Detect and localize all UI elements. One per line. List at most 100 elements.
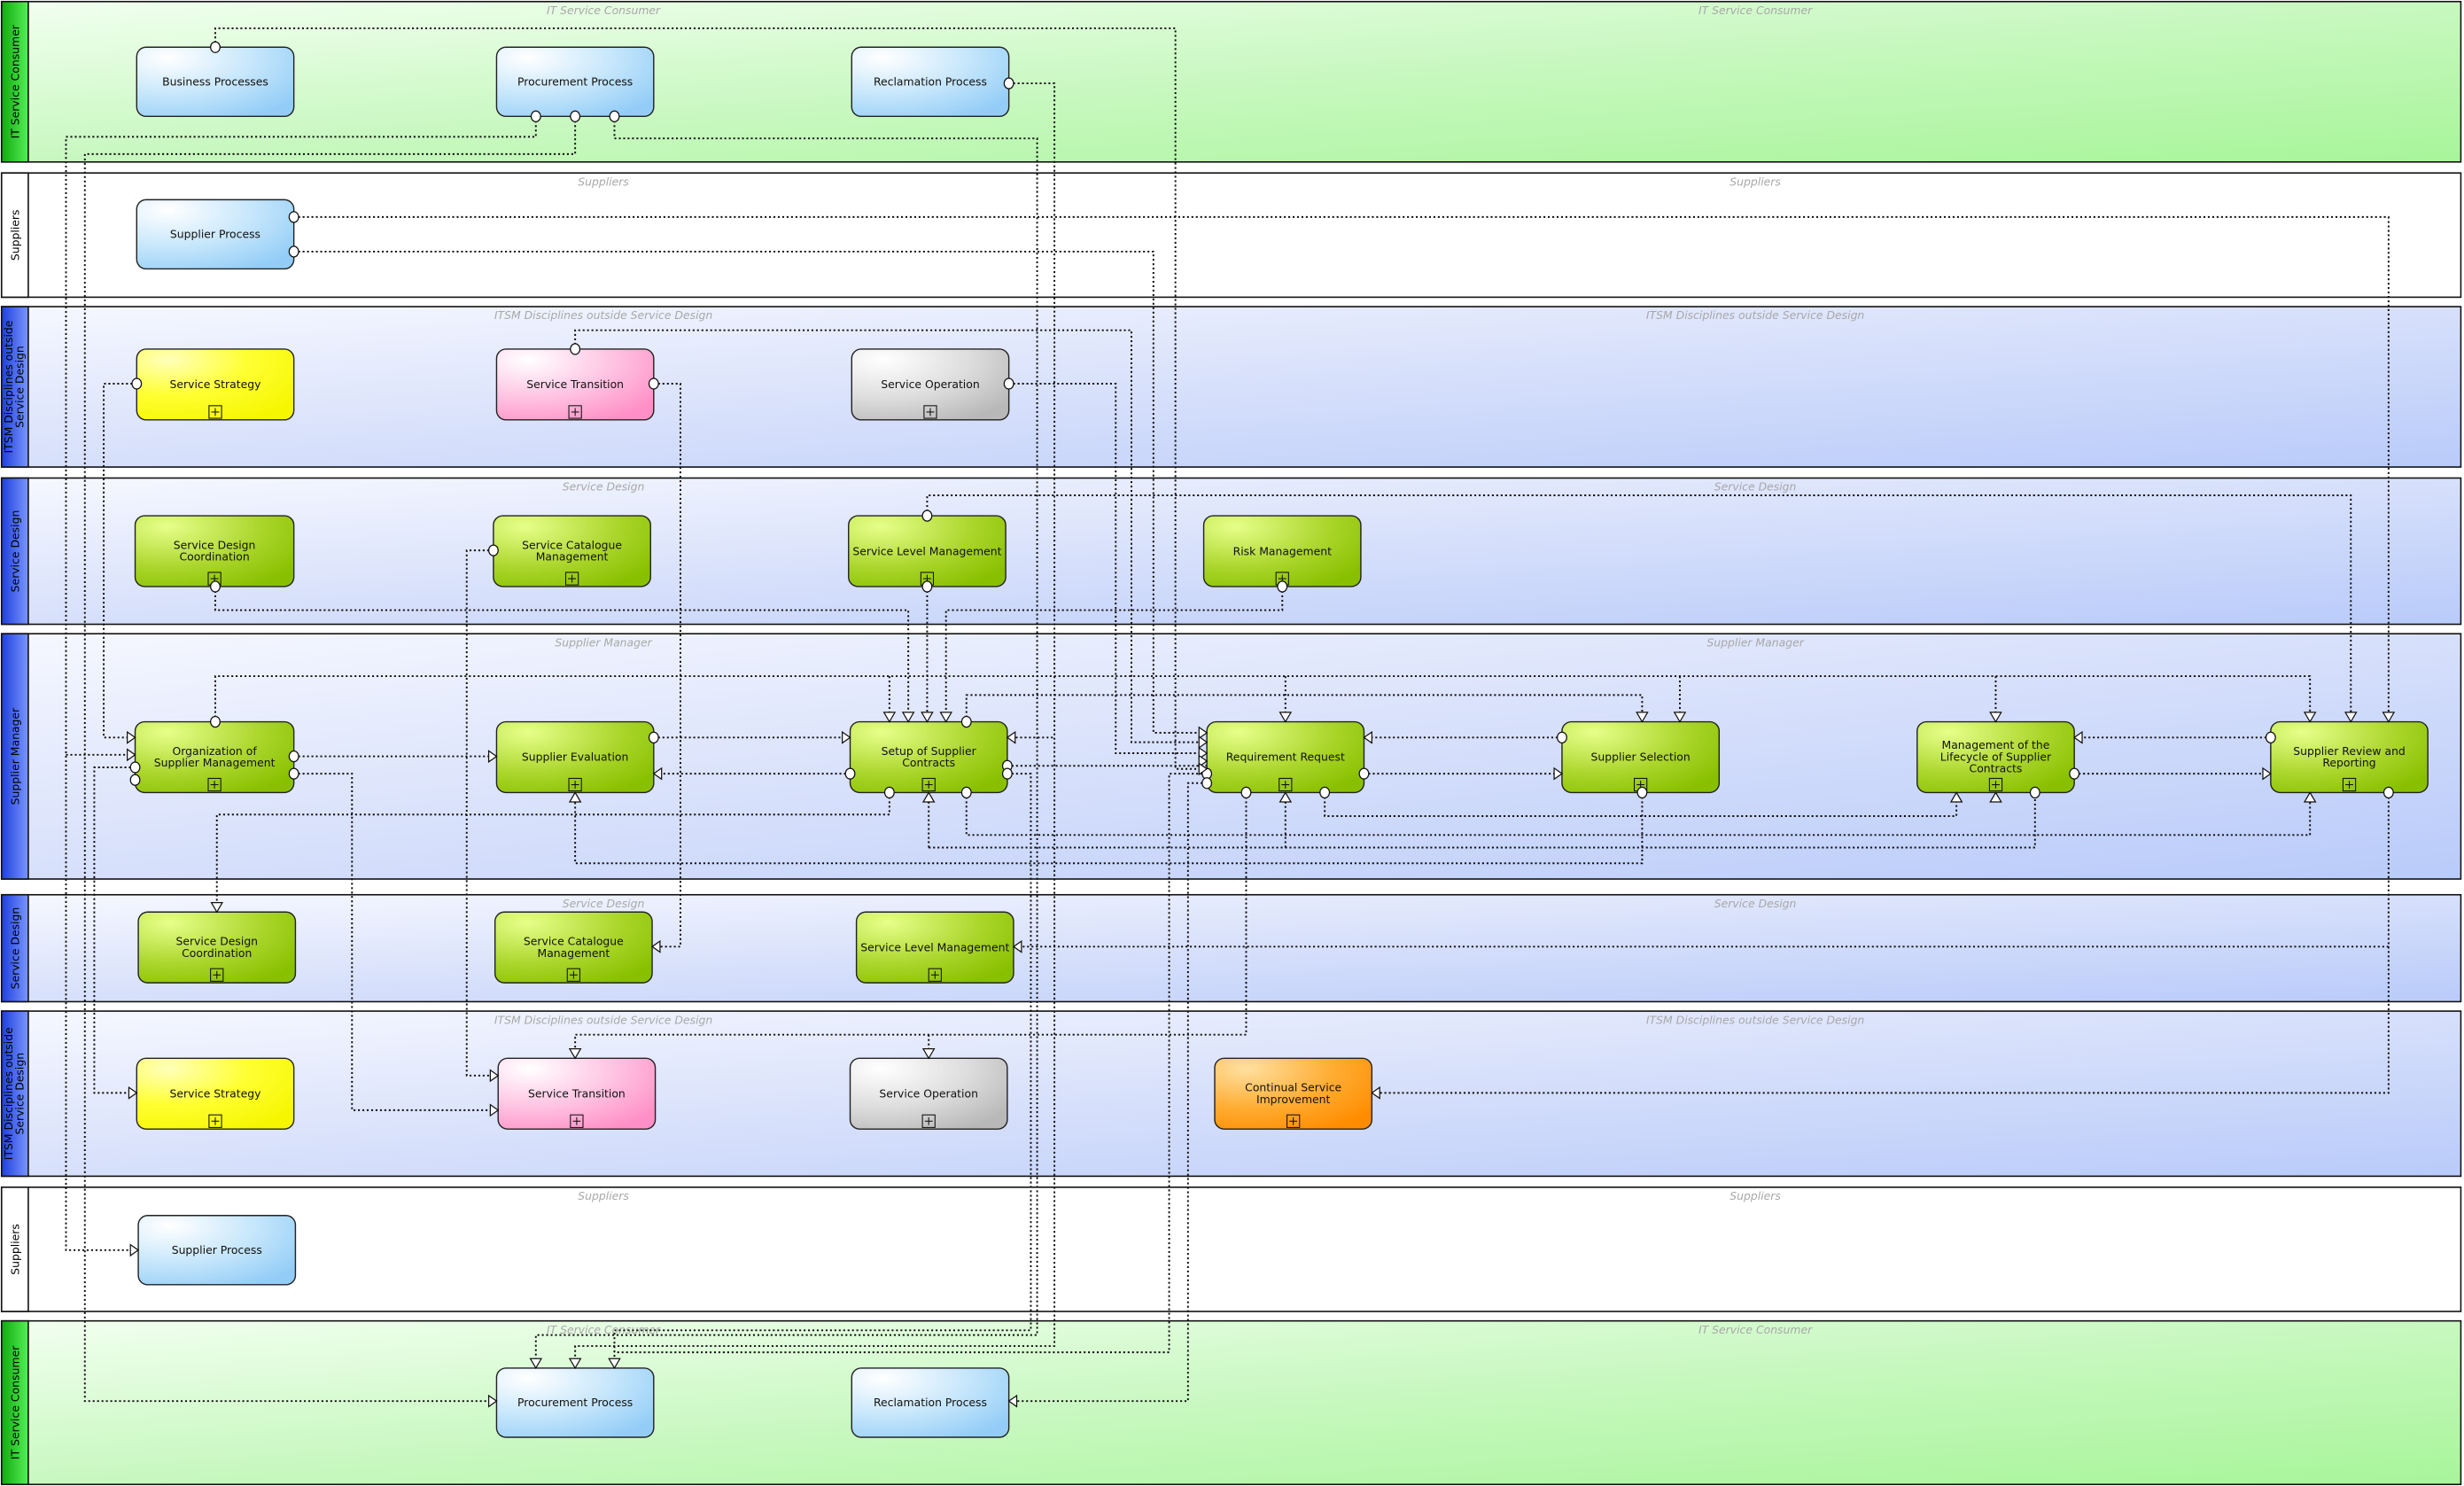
connection-port[interactable] bbox=[1277, 580, 1288, 593]
node-supplier-evaluation[interactable]: Supplier Evaluation bbox=[495, 720, 655, 794]
node-service-transition-top[interactable]: Service Transition bbox=[495, 348, 655, 421]
process-diagram: IT Service Consumer IT Service Consumer IT… bbox=[0, 0, 2462, 1486]
lane-title-secondary: Service Design bbox=[1714, 480, 1797, 494]
lane-body bbox=[0, 1186, 2462, 1312]
connection-port[interactable] bbox=[2265, 731, 2276, 743]
lane-label: Suppliers bbox=[8, 1224, 21, 1275]
connection-port[interactable] bbox=[530, 110, 541, 122]
connection-port[interactable] bbox=[2382, 786, 2394, 799]
node-reclamation-process-bottom[interactable]: Reclamation Process bbox=[851, 1367, 1010, 1438]
connection-port[interactable] bbox=[1240, 786, 1252, 799]
node-label: Service Level Management bbox=[860, 940, 1009, 953]
node-label: Supplier Process bbox=[172, 1243, 262, 1256]
node-requirement-request[interactable]: Requirement Request bbox=[1206, 720, 1365, 794]
node-service-strategy-bottom[interactable]: Service Strategy bbox=[136, 1057, 295, 1130]
lane-consumer-bottom: IT Service Consumer IT Service Consumer IT… bbox=[0, 1319, 2462, 1486]
lane-suppliers-bottom: Suppliers Suppliers Suppliers bbox=[0, 1186, 2462, 1312]
node-sdc-top[interactable]: Service Design Coordination bbox=[134, 515, 295, 587]
connection-port[interactable] bbox=[648, 731, 659, 743]
node-service-operation-bottom[interactable]: Service Operation bbox=[849, 1057, 1008, 1130]
connection-port[interactable] bbox=[131, 377, 143, 390]
connection-port[interactable] bbox=[288, 245, 299, 258]
lane-title-secondary: Suppliers bbox=[1729, 1189, 1781, 1202]
connection-port[interactable] bbox=[129, 761, 141, 774]
node-risk-management[interactable]: Risk Management bbox=[1202, 515, 1362, 587]
node-label: Service Transition bbox=[528, 1086, 626, 1100]
lane-title-secondary: Service Design bbox=[1714, 897, 1797, 910]
connection-port[interactable] bbox=[570, 110, 581, 122]
node-org-supplier-mgmt[interactable]: Organization of Supplier Management bbox=[134, 720, 295, 794]
node-scm-top[interactable]: Service Catalogue Management bbox=[493, 515, 651, 587]
connection-port[interactable] bbox=[129, 774, 141, 786]
lane-title: Supplier Manager bbox=[555, 635, 652, 649]
node-label: Service Design Coordination bbox=[174, 539, 256, 564]
connection-port[interactable] bbox=[648, 377, 659, 390]
node-label: Service Catalogue Management bbox=[522, 539, 622, 564]
node-supplier-review[interactable]: Supplier Review and Reporting bbox=[2270, 720, 2429, 794]
connection-port[interactable] bbox=[1636, 786, 1648, 799]
node-service-transition-bottom[interactable]: Service Transition bbox=[497, 1057, 657, 1130]
lane-label: Service Design bbox=[8, 907, 21, 990]
node-label: Service Strategy bbox=[170, 1086, 261, 1100]
node-lifecycle-mgmt[interactable]: Management of the Lifecycle of Supplier Co… bbox=[1916, 720, 2075, 794]
lane-body bbox=[0, 172, 2462, 299]
node-slm-top[interactable]: Service Level Management bbox=[848, 515, 1007, 587]
connection-port[interactable] bbox=[883, 786, 895, 799]
lane-itsm-top: ITSM Disciplines outsideService DesignIT… bbox=[0, 306, 2462, 468]
lane-title: Suppliers bbox=[578, 1189, 629, 1202]
node-supplier-process-bottom[interactable]: Supplier Process bbox=[137, 1215, 297, 1286]
node-procurement-process-bottom[interactable]: Procurement Process bbox=[495, 1367, 655, 1438]
node-reclamation-process-top[interactable]: Reclamation Process bbox=[851, 46, 1010, 118]
connection-port[interactable] bbox=[570, 343, 581, 355]
connection-port[interactable] bbox=[210, 580, 221, 593]
lane-title: ITSM Disciplines outside Service Design bbox=[494, 308, 713, 322]
lane-title: ITSM Disciplines outside Service Design bbox=[494, 1013, 713, 1026]
node-label: Supplier Evaluation bbox=[522, 751, 628, 764]
connection-port[interactable] bbox=[2069, 767, 2080, 780]
lane-title-secondary: IT Service Consumer bbox=[1698, 1323, 1813, 1336]
connection-port[interactable] bbox=[288, 767, 299, 780]
node-business-processes[interactable]: Business Processes bbox=[136, 46, 295, 118]
lane-label: Service Design bbox=[8, 510, 21, 593]
connection-port[interactable] bbox=[609, 110, 620, 122]
node-setup-supplier-contracts[interactable]: Setup of Supplier Contracts bbox=[849, 720, 1008, 794]
connection-port[interactable] bbox=[921, 580, 933, 593]
connection-port[interactable] bbox=[844, 767, 856, 780]
connection-port[interactable] bbox=[960, 786, 972, 799]
node-sdc-bottom[interactable]: Service Design Coordination bbox=[137, 911, 297, 984]
node-supplier-process-top[interactable]: Supplier Process bbox=[136, 198, 295, 270]
lane-title: Service Design bbox=[563, 897, 645, 910]
lane-body bbox=[0, 1319, 2462, 1486]
node-service-operation-top[interactable]: Service Operation bbox=[851, 348, 1010, 421]
node-label: Service Strategy bbox=[170, 377, 261, 391]
connection-port[interactable] bbox=[210, 41, 221, 53]
connection-port[interactable] bbox=[487, 544, 499, 556]
node-slm-bottom[interactable]: Service Level Management bbox=[855, 911, 1014, 984]
connection-port[interactable] bbox=[1319, 786, 1331, 799]
lane-title: IT Service Consumer bbox=[547, 4, 661, 17]
node-procurement-process-top[interactable]: Procurement Process bbox=[495, 46, 655, 118]
connection-port[interactable] bbox=[921, 510, 933, 522]
connection-port[interactable] bbox=[1557, 731, 1567, 743]
node-label: Business Processes bbox=[162, 75, 268, 89]
lane-label: Suppliers bbox=[8, 209, 21, 261]
connection-port[interactable] bbox=[210, 715, 221, 728]
connection-port[interactable] bbox=[1201, 777, 1213, 790]
node-label: Supplier Selection bbox=[1591, 751, 1691, 764]
node-label: Risk Management bbox=[1233, 544, 1332, 557]
connection-port[interactable] bbox=[960, 715, 972, 728]
connection-port[interactable] bbox=[1001, 767, 1013, 780]
connection-port[interactable] bbox=[1003, 77, 1014, 89]
node-csi[interactable]: Continual Service Improvement bbox=[1214, 1057, 1373, 1130]
connection-port[interactable] bbox=[288, 750, 299, 763]
node-scm-bottom[interactable]: Service Catalogue Management bbox=[494, 911, 653, 984]
connection-port[interactable] bbox=[288, 211, 299, 223]
lane-body bbox=[0, 306, 2462, 468]
node-label: Service Design Coordination bbox=[175, 935, 258, 960]
node-supplier-selection[interactable]: Supplier Selection bbox=[1561, 720, 1721, 794]
node-service-strategy-top[interactable]: Service Strategy bbox=[136, 348, 295, 421]
lane-suppliers-top: Suppliers Suppliers Suppliers bbox=[0, 172, 2462, 299]
connection-port[interactable] bbox=[2029, 786, 2040, 799]
connection-port[interactable] bbox=[1358, 767, 1370, 780]
connection-port[interactable] bbox=[1003, 377, 1014, 390]
